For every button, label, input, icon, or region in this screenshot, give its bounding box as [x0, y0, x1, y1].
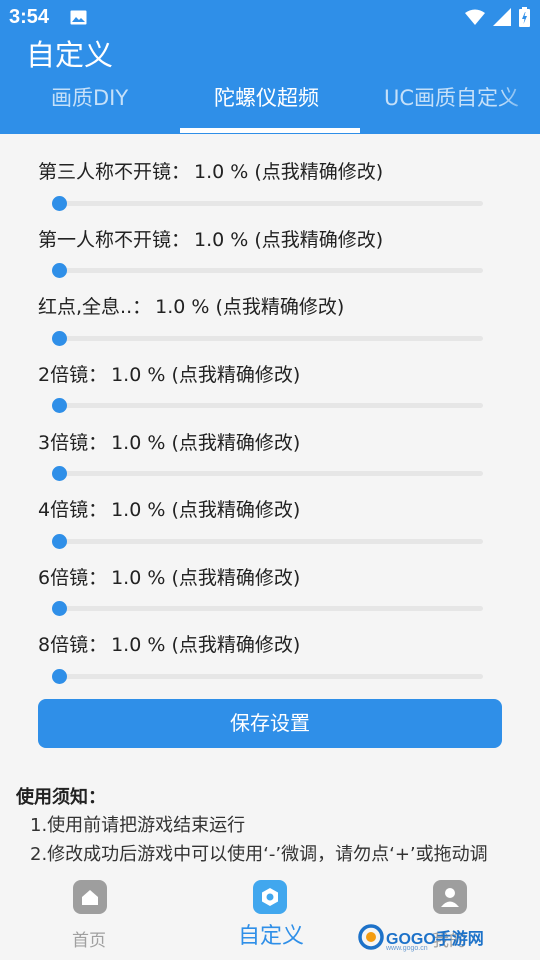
setting-name: 4倍镜： [38, 499, 108, 521]
slider-track-2x-scope[interactable] [59, 403, 483, 408]
setting-name: 2倍镜： [38, 364, 108, 386]
setting-name: 6倍镜： [38, 567, 108, 589]
slider-track-4x-scope[interactable] [59, 539, 483, 544]
save-settings-button[interactable]: 保存设置 [38, 699, 502, 748]
setting-value: 1.0 % [111, 364, 166, 386]
nav-label-custom: 自定义 [238, 924, 305, 949]
slider-thumb-first-person[interactable] [51, 263, 67, 278]
status-time: 3:54 [9, 6, 50, 28]
precise-edit-hint: (点我精确修改) [171, 432, 301, 454]
home-icon [73, 880, 107, 914]
precise-edit-hint: (点我精确修改) [171, 567, 301, 589]
setting-label-8x-scope[interactable]: 8倍镜： 1.0 % (点我精确修改) [38, 630, 300, 657]
slider-thumb-red-dot[interactable] [51, 331, 67, 346]
precise-edit-hint: (点我精确修改) [171, 634, 301, 656]
slider-track-6x-scope[interactable] [59, 606, 483, 611]
precise-edit-hint: (点我精确修改) [171, 364, 301, 386]
user-icon [433, 880, 467, 914]
setting-value: 1.0 % [111, 634, 166, 656]
battery-icon [519, 7, 530, 27]
notice-title: 使用须知： [16, 787, 106, 808]
setting-value: 1.0 % [111, 499, 166, 521]
slider-track-third-person[interactable] [59, 201, 483, 206]
slider-thumb-2x-scope[interactable] [51, 398, 67, 413]
signal-icon [493, 8, 511, 26]
setting-name: 3倍镜： [38, 432, 108, 454]
nav-label-home: 首页 [72, 931, 106, 951]
setting-name: 第三人称不开镜： [38, 161, 191, 183]
slider-track-first-person[interactable] [59, 268, 483, 273]
slider-thumb-third-person[interactable] [51, 196, 67, 211]
setting-name: 第一人称不开镜： [38, 229, 191, 251]
status-bar: 3:54 [0, 0, 540, 34]
precise-edit-hint: (点我精确修改) [215, 296, 345, 318]
setting-value: 1.0 % [194, 161, 249, 183]
image-notification-icon [70, 10, 87, 25]
page-title: 自定义 [26, 38, 114, 72]
watermark-url: www.gogo.cn [386, 945, 428, 952]
notice-item: 1.使用前请把游戏结束运行 [30, 815, 246, 836]
setting-label-third-person[interactable]: 第三人称不开镜： 1.0 % (点我精确修改) [38, 157, 383, 184]
setting-name: 8倍镜： [38, 634, 108, 656]
wifi-icon [465, 9, 485, 25]
setting-value: 1.0 % [155, 296, 210, 318]
precise-edit-hint: (点我精确修改) [171, 499, 301, 521]
tab-indicator [180, 128, 360, 133]
setting-label-first-person[interactable]: 第一人称不开镜： 1.0 % (点我精确修改) [38, 225, 383, 252]
tab-bar: 画质DIY 陀螺仪超频 UC画质自定义 [0, 74, 540, 134]
tab-uc-quality-custom[interactable]: UC画质自定义 [384, 74, 519, 134]
setting-value: 1.0 % [111, 567, 166, 589]
setting-label-2x-scope[interactable]: 2倍镜： 1.0 % (点我精确修改) [38, 360, 300, 387]
tab-gyroscope-overclock[interactable]: 陀螺仪超频 [214, 74, 319, 134]
slider-thumb-3x-scope[interactable] [51, 466, 67, 481]
slider-track-red-dot[interactable] [59, 336, 483, 341]
setting-value: 1.0 % [194, 229, 249, 251]
setting-label-red-dot[interactable]: 红点,全息..： 1.0 % (点我精确修改) [38, 292, 344, 319]
watermark-logo-icon [358, 924, 384, 950]
tab-overflow-fade [500, 74, 540, 130]
setting-label-3x-scope[interactable]: 3倍镜： 1.0 % (点我精确修改) [38, 428, 300, 455]
notice-item: 2.修改成功后游戏中可以使用‘-’微调，请勿点‘+’或拖动调 [30, 844, 488, 865]
setting-label-6x-scope[interactable]: 6倍镜： 1.0 % (点我精确修改) [38, 563, 300, 590]
tab-quality-diy[interactable]: 画质DIY [51, 74, 128, 134]
precise-edit-hint: (点我精确修改) [254, 161, 384, 183]
slider-thumb-4x-scope[interactable] [51, 534, 67, 549]
setting-label-4x-scope[interactable]: 4倍镜： 1.0 % (点我精确修改) [38, 495, 300, 522]
setting-name: 红点,全息..： [38, 296, 152, 318]
setting-value: 1.0 % [111, 432, 166, 454]
slider-thumb-6x-scope[interactable] [51, 601, 67, 616]
hexagon-icon [253, 880, 287, 914]
slider-thumb-8x-scope[interactable] [51, 669, 67, 684]
slider-track-3x-scope[interactable] [59, 471, 483, 476]
precise-edit-hint: (点我精确修改) [254, 229, 384, 251]
slider-track-8x-scope[interactable] [59, 674, 483, 679]
